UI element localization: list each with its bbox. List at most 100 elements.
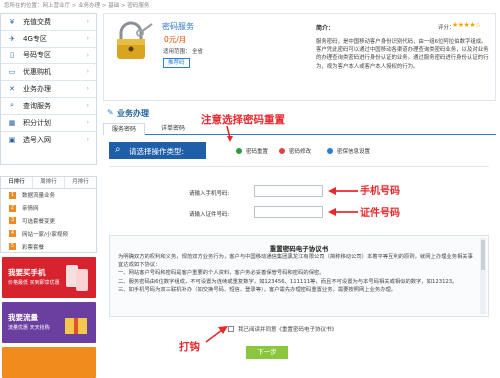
tab-daily[interactable]: 日排行 xyxy=(1,177,33,188)
option-label: 密保信息设置 xyxy=(337,149,371,155)
sidebar-item-phones[interactable]: ▭ 优惠购机 › xyxy=(1,64,96,82)
search-icon: ⌕ xyxy=(115,144,121,155)
banner-title: 我要流量 xyxy=(8,313,38,322)
edit-circle-icon xyxy=(279,148,285,154)
sidebar-item-label: 积分计划 xyxy=(23,118,51,127)
list-item[interactable]: 4 网站一家/小家视频 xyxy=(1,227,96,240)
tab-service-password[interactable]: 服务密码 xyxy=(103,123,145,135)
chevron-right-icon: › xyxy=(86,85,89,93)
tab-bill-password[interactable]: 详单密码 xyxy=(152,123,194,135)
rating-stars: ★★★★☆ xyxy=(452,21,481,29)
promo-banner[interactable] xyxy=(2,347,96,378)
edit-icon: ✎ xyxy=(107,108,114,117)
annotation-select-reset: 注意选择密码重置 xyxy=(201,114,285,126)
sidebar-item-select-number[interactable]: ▣ 选号入网 › xyxy=(1,132,96,149)
intro-label: 简介： xyxy=(316,25,335,32)
mobile-number-input[interactable] xyxy=(254,185,323,197)
sidebar-item-business[interactable]: ✕ 业务办理 › xyxy=(1,81,96,98)
rank-number: 5 xyxy=(9,243,16,251)
data-plan-banner[interactable]: 我要流量 流量优惠 天天抢购 xyxy=(2,302,96,343)
calculator-icon: ▦ xyxy=(8,118,16,127)
agreement-text: 为明确双方的权利和义务，规范双方业务行为，客户与中国移动通信集团黑龙江有限公司（… xyxy=(118,254,473,293)
product-name: 密码服务 xyxy=(162,22,194,31)
sim-icon: ▣ xyxy=(8,135,16,144)
agree-checkbox[interactable] xyxy=(228,326,234,332)
rank-number: 1 xyxy=(9,191,16,199)
option-security-settings[interactable]: 密保信息设置 xyxy=(327,147,370,155)
rank-label: 数据流量业务 xyxy=(22,193,56,200)
product-description: 服务密码，是中国移动客户身份识别代码，由一组6位阿拉伯数字组成。客户凭此密码可以… xyxy=(316,39,489,70)
id-number-input[interactable] xyxy=(254,206,323,218)
4g-icon: ✈ xyxy=(9,34,15,43)
annotation-arrow-icon xyxy=(205,326,228,343)
sidebar-item-label: 充值交费 xyxy=(23,17,51,26)
id-number-label: 请输入证件号码: xyxy=(189,212,230,218)
annotation-id: 证件号码 xyxy=(360,208,400,219)
tab-monthly[interactable]: 月排行 xyxy=(65,177,96,188)
search-icon: ⌕ xyxy=(10,101,14,110)
agree-checkbox-row[interactable]: 我已阅读并同意《重置密码电子协议书》 xyxy=(228,325,337,333)
agreement-title: 重置密码电子协议书 xyxy=(269,245,329,253)
sidebar-item-label: 4G专区 xyxy=(23,34,47,43)
business-section-header xyxy=(103,107,496,121)
buy-phone-banner[interactable]: 我要买手机 价格最低 买到即享优惠 xyxy=(2,257,96,298)
option-password-reset[interactable]: 密码重置 xyxy=(236,147,268,155)
annotation-arrow-icon xyxy=(328,187,358,195)
sidebar-item-points[interactable]: ▦ 积分计划 › xyxy=(1,115,96,132)
list-item[interactable]: 3 可选套餐变更 xyxy=(1,215,96,228)
sidebar-item-query[interactable]: ⌕ 查询服务 › xyxy=(1,98,96,115)
rank-list: 1 数据流量业务 2 亲情网 3 可选套餐变更 4 网站一家/小家视频 5 彩票… xyxy=(0,188,97,253)
breadcrumb: 您所在的位置：网上营业厅 > 业务办理 > 基础 > 密码服务 xyxy=(4,3,150,9)
list-item[interactable]: 1 数据流量业务 xyxy=(1,189,96,202)
rank-number: 3 xyxy=(9,217,16,225)
operation-type-selector: ⌕ 请选择操作类型: xyxy=(109,142,206,159)
sidebar-item-4g[interactable]: ✈ 4G专区 › xyxy=(1,31,96,48)
list-item[interactable]: 5 彩票套餐 xyxy=(1,240,96,253)
agree-label: 我已阅读并同意《重置密码电子协议书》 xyxy=(238,327,338,333)
annotation-arrow-icon xyxy=(328,208,358,216)
sidebar-item-recharge[interactable]: ¥ 充值交费 › xyxy=(1,14,96,31)
tab-weekly[interactable]: 周排行 xyxy=(33,177,65,188)
sidebar-item-label: 查询服务 xyxy=(23,101,51,110)
wallet-icon: ¥ xyxy=(9,17,15,26)
rank-number: 4 xyxy=(9,230,16,238)
sidebar-item-number[interactable]: ▯ 号码专区 › xyxy=(1,48,96,65)
phone-icon: ▯ xyxy=(10,51,14,60)
option-password-change[interactable]: 密码修改 xyxy=(279,147,311,155)
chevron-right-icon: › xyxy=(86,135,89,143)
section-title: 业务办理 xyxy=(117,109,149,118)
recommend-code-button[interactable]: 推荐码 xyxy=(163,58,190,68)
sidebar-nav: ¥ 充值交费 › ✈ 4G专区 › ▯ 号码专区 › ▭ 优惠购机 › ✕ 业务… xyxy=(0,13,97,165)
rank-label: 网站一家/小家视频 xyxy=(22,231,68,238)
annotation-tick: 打钩 xyxy=(179,341,200,353)
sidebar-item-label: 优惠购机 xyxy=(23,68,51,77)
annotation-mobile: 手机号码 xyxy=(360,186,400,197)
rank-tabs: 日排行 周排行 月排行 xyxy=(0,176,97,188)
sidebar-item-label: 选号入网 xyxy=(23,135,51,144)
next-step-button[interactable]: 下一步 xyxy=(246,346,288,359)
rank-label: 亲情网 xyxy=(22,206,39,213)
chevron-right-icon: › xyxy=(86,118,89,126)
product-price: 0元/月 xyxy=(164,35,187,44)
chevron-right-icon: › xyxy=(86,101,89,109)
scope-value: 全省 xyxy=(192,49,204,55)
annotation-arrow-icon xyxy=(226,126,233,142)
banner-subtitle: 价格最低 买到即享优惠 xyxy=(8,280,60,286)
scope-label: 适用范围： xyxy=(163,49,191,55)
list-item[interactable]: 2 亲情网 xyxy=(1,202,96,215)
check-circle-icon xyxy=(236,148,242,154)
operation-type-label: 请选择操作类型: xyxy=(129,147,185,156)
laptop-icon: ▭ xyxy=(8,68,16,77)
option-label: 密码重置 xyxy=(246,149,269,155)
mobile-number-label: 请输入手机号码: xyxy=(189,191,230,197)
sidebar-item-label: 业务办理 xyxy=(23,85,51,94)
scrollbar-thumb[interactable] xyxy=(481,240,485,270)
gift-promo-icon xyxy=(65,318,87,334)
sidebar-item-label: 号码专区 xyxy=(23,51,51,60)
rank-label: 可选套餐变更 xyxy=(22,218,56,225)
banner-subtitle: 流量优惠 天天抢购 xyxy=(8,325,50,331)
chevron-right-icon: › xyxy=(86,51,89,59)
rank-number: 2 xyxy=(9,204,16,212)
shield-icon xyxy=(327,148,333,154)
banner-title: 我要买手机 xyxy=(8,268,46,277)
